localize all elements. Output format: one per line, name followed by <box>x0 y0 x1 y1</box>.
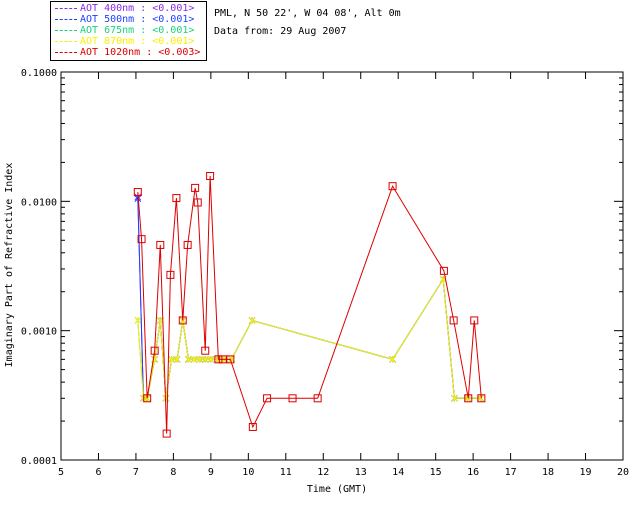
legend-label-870: AOT 870nm : <0.001> <box>80 36 195 47</box>
data-point-x <box>248 317 256 324</box>
x-tick-label: 8 <box>170 467 176 478</box>
x-tick-label: 13 <box>355 467 367 478</box>
x-tick-label: 19 <box>580 467 592 478</box>
x-tick-label: 10 <box>242 467 254 478</box>
legend-swatch-675 <box>55 29 77 31</box>
legend-label-675: AOT 675nm : <0.001> <box>80 25 195 36</box>
legend-item-870: AOT 870nm : <0.001> <box>55 36 194 47</box>
x-tick-label: 20 <box>617 467 629 478</box>
x-tick-label: 11 <box>280 467 292 478</box>
legend-swatch-400 <box>55 7 77 9</box>
y-tick-label: 0.0100 <box>21 197 57 208</box>
legend-label-400: AOT 400nm : <0.001> <box>80 3 195 14</box>
station-info: PML, N 50 22', W 04 08', Alt 0m <box>214 8 401 19</box>
legend: AOT 400nm : <0.001> AOT 500nm : <0.001> … <box>50 1 207 61</box>
legend-swatch-500 <box>55 18 77 20</box>
series-line-4 <box>137 175 482 434</box>
legend-item-1020: AOT 1020nm : <0.003> <box>55 47 200 58</box>
y-axis-label: Imaginary Part of Refractive Index <box>4 163 15 368</box>
y-tick-label: 0.0001 <box>21 456 57 467</box>
x-tick-label: 7 <box>133 467 139 478</box>
series-line-0 <box>137 196 481 399</box>
y-tick-label: 0.0010 <box>21 327 57 338</box>
y-tick-label: 0.1000 <box>21 68 57 79</box>
series-layer <box>133 171 486 438</box>
x-tick-label: 5 <box>58 467 64 478</box>
legend-label-500: AOT 500nm : <0.001> <box>80 14 195 25</box>
legend-swatch-1020 <box>55 51 77 53</box>
legend-item-675: AOT 675nm : <0.001> <box>55 25 194 36</box>
x-tick-label: 9 <box>208 467 214 478</box>
x-tick-label: 15 <box>430 467 442 478</box>
series-line-1 <box>137 198 481 399</box>
data-point-x <box>134 317 142 324</box>
legend-item-500: AOT 500nm : <0.001> <box>55 14 194 25</box>
x-tick-label: 14 <box>392 467 404 478</box>
legend-item-400: AOT 400nm : <0.001> <box>55 3 194 14</box>
x-tick-label: 12 <box>317 467 329 478</box>
axes: 5 6 7 8 9 10 11 12 13 14 15 16 17 18 19 20 0.0001 0.0010 0… <box>21 68 629 478</box>
x-tick-label: 6 <box>95 467 101 478</box>
chart-canvas: 5 6 7 8 9 10 11 12 13 14 15 16 17 18 19 20 0.0001 0.0010 0… <box>4 68 629 495</box>
x-tick-label: 18 <box>542 467 554 478</box>
x-tick-label: 16 <box>467 467 479 478</box>
series-line-2 <box>137 277 481 399</box>
data-point-x <box>389 356 396 363</box>
x-axis-label: Time (GMT) <box>307 484 367 495</box>
x-tick-label: 17 <box>505 467 517 478</box>
legend-swatch-870 <box>55 40 77 42</box>
legend-label-1020: AOT 1020nm : <0.003> <box>80 47 201 58</box>
series-line-3 <box>137 277 481 399</box>
date-info: Data from: 29 Aug 2007 <box>214 26 347 37</box>
